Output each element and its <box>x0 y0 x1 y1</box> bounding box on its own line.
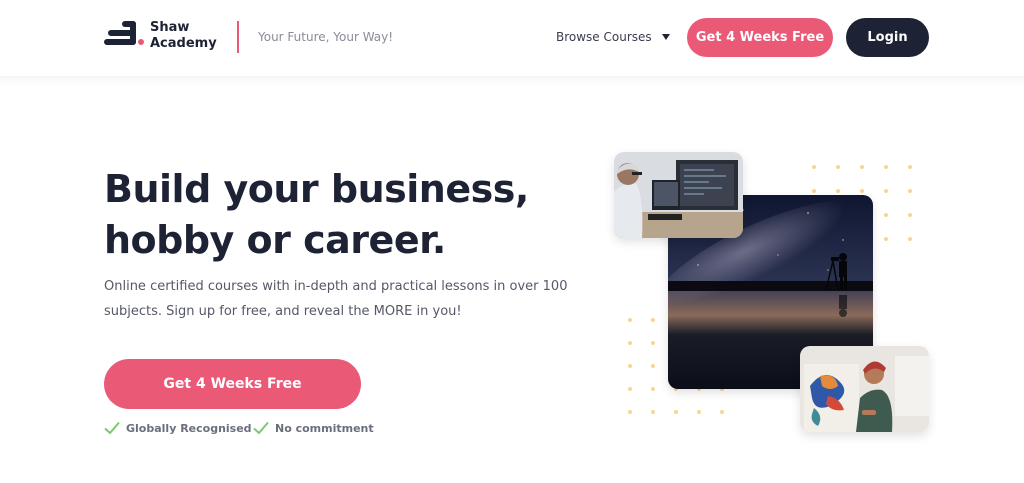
decorative-dot <box>908 165 912 169</box>
check-icon <box>104 421 120 435</box>
feature-label: Globally Recognised <box>126 421 252 435</box>
decorative-dot <box>884 189 888 193</box>
site-header: Shaw Academy Your Future, Your Way! Brow… <box>0 0 1024 76</box>
hero-title-line1: Build your business, <box>104 167 529 211</box>
check-icon <box>253 421 269 435</box>
feature-no-commitment: No commitment <box>253 421 374 435</box>
decorative-dot <box>860 189 864 193</box>
woman-painting-image <box>800 346 929 432</box>
decorative-dot <box>908 237 912 241</box>
decorative-dot <box>651 387 655 391</box>
hero-subtitle-line1: Online certified courses with in-depth a… <box>104 279 568 294</box>
decorative-dot <box>651 364 655 368</box>
feature-globally-recognised: Globally Recognised <box>104 421 252 435</box>
decorative-dot <box>628 341 632 345</box>
logo-line2: Academy <box>150 36 217 51</box>
decorative-dot <box>836 189 840 193</box>
logo-text: Shaw Academy <box>150 20 217 52</box>
feature-label: No commitment <box>275 421 374 435</box>
decorative-dot <box>651 341 655 345</box>
decorative-dot <box>908 213 912 217</box>
login-button[interactable]: Login <box>846 18 929 57</box>
decorative-dot <box>674 410 678 414</box>
hero-subtitle: Online certified courses with in-depth a… <box>104 275 584 324</box>
browse-courses-dropdown[interactable]: Browse Courses <box>556 30 670 44</box>
decorative-dot <box>628 410 632 414</box>
get-free-weeks-button[interactable]: Get 4 Weeks Free <box>687 18 833 57</box>
decorative-dot <box>836 165 840 169</box>
logo[interactable]: Shaw Academy <box>104 19 224 55</box>
caret-down-icon <box>661 34 670 40</box>
decorative-dot <box>720 410 724 414</box>
hero-get-free-weeks-button[interactable]: Get 4 Weeks Free <box>104 359 361 409</box>
person-at-computer-image <box>614 152 743 238</box>
browse-courses-label: Browse Courses <box>556 30 652 44</box>
decorative-dot <box>812 165 816 169</box>
header-divider <box>237 21 239 53</box>
decorative-dot <box>812 189 816 193</box>
tagline: Your Future, Your Way! <box>258 30 394 44</box>
hero-title: Build your business, hobby or career. <box>104 164 574 266</box>
logo-line1: Shaw <box>150 20 190 35</box>
decorative-dot <box>628 318 632 322</box>
decorative-dot <box>884 213 888 217</box>
decorative-dot <box>628 387 632 391</box>
decorative-dot <box>884 165 888 169</box>
decorative-dot <box>860 165 864 169</box>
hero-subtitle-line2: subjects. Sign up for free, and reveal t… <box>104 303 462 319</box>
hero-title-line2: hobby or career. <box>104 218 446 262</box>
shaw-academy-logo-icon <box>104 21 144 45</box>
decorative-dot <box>884 237 888 241</box>
decorative-dot <box>651 318 655 322</box>
decorative-dot <box>651 410 655 414</box>
decorative-dot <box>908 189 912 193</box>
decorative-dot <box>628 364 632 368</box>
decorative-dot <box>697 410 701 414</box>
header-shadow <box>0 76 1024 86</box>
